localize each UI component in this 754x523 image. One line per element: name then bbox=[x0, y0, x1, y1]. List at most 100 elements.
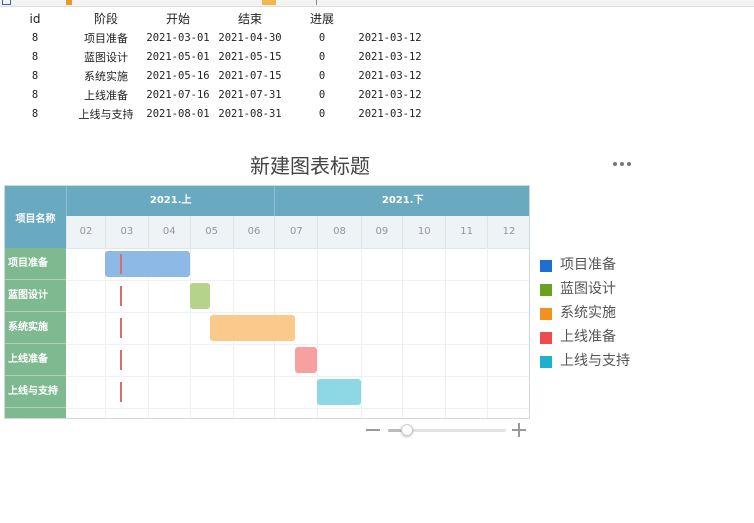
table-row: 8 上线与支持 2021-08-01 2021-08-31 0 2021-03-… bbox=[0, 105, 440, 124]
cell-id: 8 bbox=[31, 70, 39, 82]
cell-start: 2021-07-16 bbox=[146, 89, 210, 101]
zoom-slider[interactable] bbox=[366, 422, 530, 440]
table-row: 8 系统实施 2021-05-16 2021-07-15 0 2021-03-1… bbox=[0, 67, 440, 86]
more-horizontal-icon[interactable] bbox=[612, 157, 634, 171]
legend-item[interactable]: 上线与支持 bbox=[540, 350, 660, 370]
toolbar-icon[interactable] bbox=[66, 0, 72, 5]
cell-date: 2021-03-12 bbox=[358, 70, 422, 82]
month-label: 02 bbox=[66, 216, 105, 248]
gantt-bar[interactable] bbox=[189, 283, 211, 309]
cell-progress: 0 bbox=[318, 51, 326, 63]
cell-end: 2021-07-31 bbox=[218, 89, 282, 101]
cell-end: 2021-04-30 bbox=[218, 32, 282, 44]
cell-id: 8 bbox=[31, 32, 39, 44]
month-label: 11 bbox=[445, 216, 487, 248]
today-marker bbox=[120, 382, 123, 402]
timeline-group-label: 2021.下 bbox=[274, 186, 529, 216]
zoom-in-icon[interactable] bbox=[512, 423, 526, 437]
legend-swatch bbox=[540, 332, 552, 344]
grid-line bbox=[402, 248, 404, 418]
cell-progress: 0 bbox=[318, 89, 326, 101]
legend-item[interactable]: 系统实施 bbox=[540, 302, 660, 322]
task-name: 项目准备 bbox=[5, 248, 66, 280]
grid-line bbox=[66, 312, 529, 313]
month-label: 05 bbox=[189, 216, 233, 248]
zoom-out-icon[interactable] bbox=[366, 429, 380, 431]
month-label: 10 bbox=[402, 216, 445, 248]
header-end: 结束 bbox=[237, 12, 262, 26]
cell-start: 2021-03-01 bbox=[146, 32, 210, 44]
cell-end: 2021-05-15 bbox=[218, 51, 282, 63]
today-marker bbox=[120, 318, 123, 338]
cell-start: 2021-05-16 bbox=[146, 70, 210, 82]
legend-item[interactable]: 上线准备 bbox=[540, 326, 660, 346]
cell-stage: 项目准备 bbox=[84, 32, 128, 45]
legend-label: 上线与支持 bbox=[560, 353, 630, 369]
task-name: 上线与支持 bbox=[5, 376, 66, 408]
gantt-bar[interactable] bbox=[104, 251, 190, 277]
cell-progress: 0 bbox=[318, 70, 326, 82]
legend-label: 上线准备 bbox=[560, 329, 616, 345]
cell-start: 2021-08-01 bbox=[146, 108, 210, 120]
cell-start: 2021-05-01 bbox=[146, 51, 210, 63]
grid-line bbox=[66, 280, 529, 281]
task-name: 系统实施 bbox=[5, 312, 66, 344]
cell-progress: 0 bbox=[318, 32, 326, 44]
cell-id: 8 bbox=[31, 108, 39, 120]
top-toolbar bbox=[0, 0, 754, 7]
cell-date: 2021-03-12 bbox=[358, 108, 422, 120]
month-label: 12 bbox=[486, 216, 529, 248]
today-marker bbox=[120, 254, 123, 274]
legend-swatch bbox=[540, 260, 552, 272]
legend-item[interactable]: 项目准备 bbox=[540, 254, 660, 274]
grid-line bbox=[189, 248, 191, 418]
gantt-bar[interactable] bbox=[295, 347, 318, 373]
grid-line bbox=[360, 248, 362, 418]
grid-line bbox=[66, 344, 529, 345]
header-progress: 进展 bbox=[309, 12, 334, 26]
gantt-chart: 项目名称 2021.上 2021.下 02 03 04 05 06 07 08 09 10 11 12… bbox=[4, 185, 530, 419]
legend-swatch bbox=[540, 284, 552, 296]
month-label: 06 bbox=[232, 216, 275, 248]
toolbar-icon[interactable] bbox=[316, 0, 321, 5]
gantt-bar[interactable] bbox=[317, 379, 361, 405]
gantt-bar[interactable] bbox=[210, 315, 296, 341]
task-name: 蓝图设计 bbox=[5, 280, 66, 312]
month-label: 09 bbox=[360, 216, 403, 248]
zoom-handle[interactable] bbox=[400, 424, 413, 436]
grid-line bbox=[486, 248, 488, 418]
legend-item[interactable]: 蓝图设计 bbox=[540, 278, 660, 298]
folder-icon[interactable] bbox=[262, 0, 276, 5]
cell-date: 2021-03-12 bbox=[358, 32, 422, 44]
month-label: 04 bbox=[147, 216, 190, 248]
month-label: 07 bbox=[274, 216, 317, 248]
legend-swatch bbox=[540, 308, 552, 320]
chart-title[interactable]: 新建图表标题 bbox=[200, 153, 420, 179]
cell-end: 2021-08-31 bbox=[218, 108, 282, 120]
legend-label: 系统实施 bbox=[560, 305, 616, 321]
task-name: 上线准备 bbox=[5, 344, 66, 376]
cell-id: 8 bbox=[31, 51, 39, 63]
zoom-track[interactable] bbox=[388, 424, 506, 436]
month-label: 03 bbox=[104, 216, 148, 248]
table-row: 8 项目准备 2021-03-01 2021-04-30 0 2021-03-1… bbox=[0, 29, 440, 48]
table-row: 8 上线准备 2021-07-16 2021-07-31 0 2021-03-1… bbox=[0, 86, 440, 105]
cell-stage: 蓝图设计 bbox=[84, 51, 128, 64]
cell-progress: 0 bbox=[318, 108, 326, 120]
grid-line bbox=[66, 408, 529, 409]
cell-end: 2021-07-15 bbox=[218, 70, 282, 82]
cell-id: 8 bbox=[31, 89, 39, 101]
legend-swatch bbox=[540, 356, 552, 368]
header-start: 开始 bbox=[165, 12, 190, 26]
cell-stage: 上线准备 bbox=[84, 89, 128, 102]
header-id: id bbox=[29, 12, 41, 26]
grid-line bbox=[66, 376, 529, 377]
task-name-column: 项目准备 蓝图设计 系统实施 上线准备 上线与支持 bbox=[5, 248, 66, 418]
legend-label: 蓝图设计 bbox=[560, 281, 616, 297]
legend-label: 项目准备 bbox=[560, 257, 616, 273]
today-marker bbox=[120, 350, 123, 370]
toolbar-icon[interactable] bbox=[2, 0, 11, 5]
gantt-plot-area[interactable] bbox=[66, 248, 529, 418]
category-header: 项目名称 bbox=[5, 186, 66, 248]
month-label: 08 bbox=[317, 216, 360, 248]
